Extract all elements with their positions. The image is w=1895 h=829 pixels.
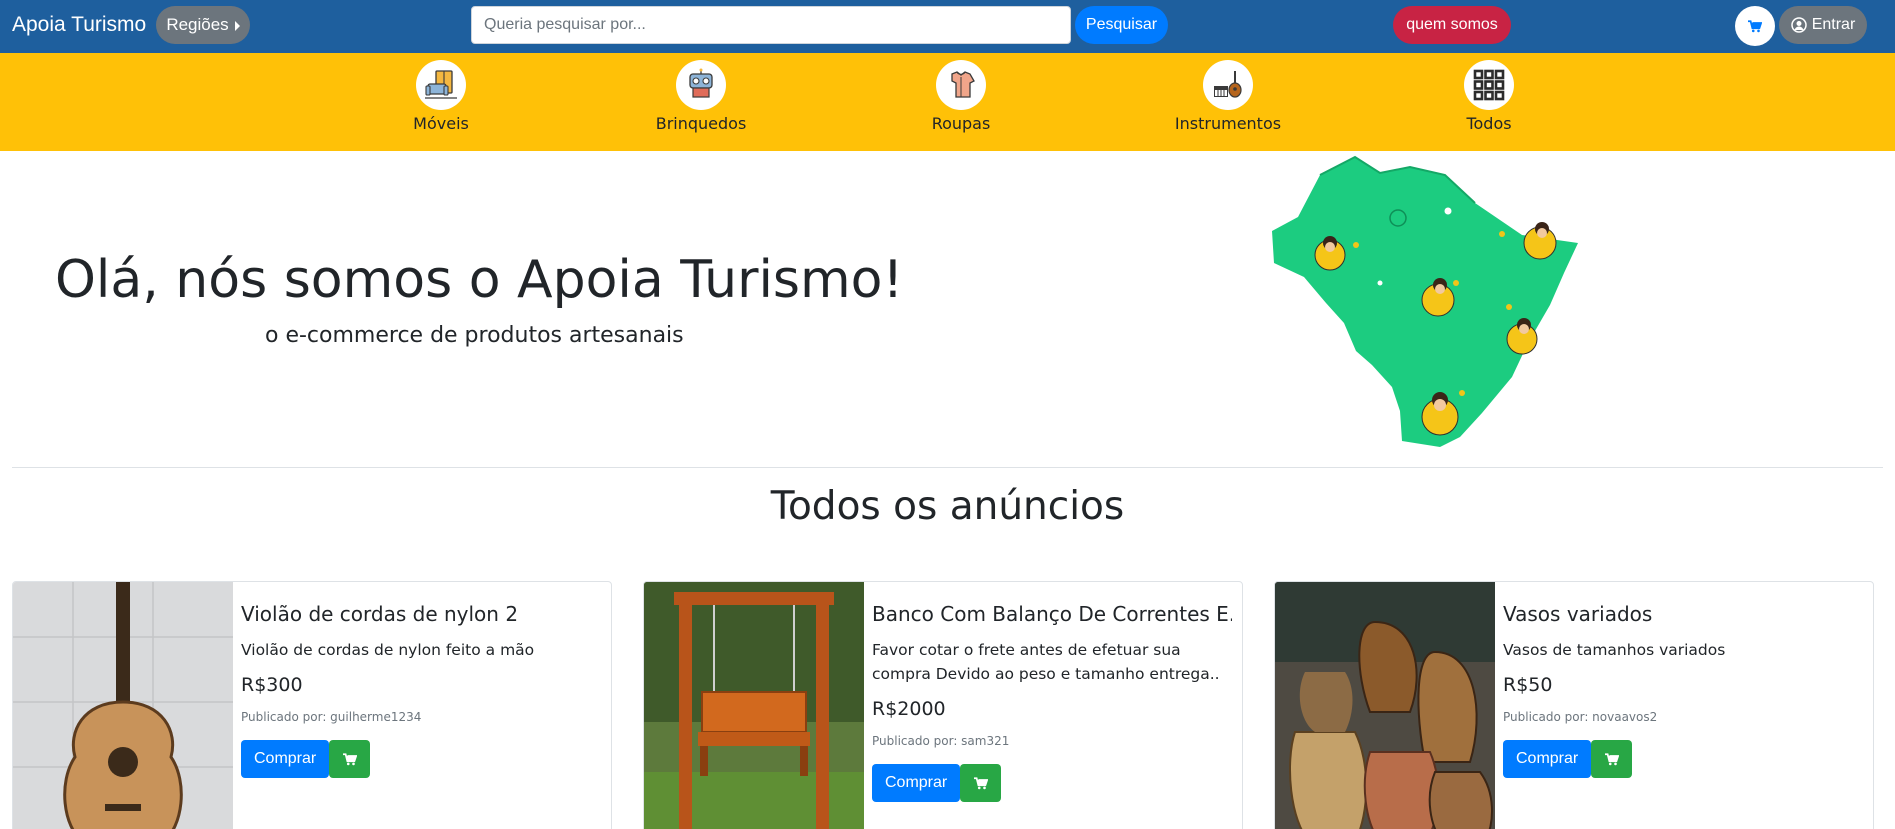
category-label: Móveis [413, 114, 469, 133]
cart-icon [973, 776, 988, 789]
search-button[interactable]: Pesquisar [1075, 6, 1168, 44]
wooden-swing-image[interactable] [644, 582, 864, 829]
product-card: Vasos variados Vasos de tamanhos variado… [1274, 581, 1874, 829]
product-card-body: Vasos variados Vasos de tamanhos variado… [1503, 602, 1863, 778]
guitar-image[interactable] [13, 582, 233, 829]
brand-logo[interactable]: Apoia Turismo [12, 13, 146, 37]
product-card: Banco Com Balanço De Correntes E.. Favor… [643, 581, 1243, 829]
category-bar: Móveis Brinquedos Roupas Instrumentos To… [0, 53, 1895, 151]
product-author: Publicado por: sam321 [872, 734, 1010, 748]
product-price: R$300 [241, 674, 303, 696]
product-title[interactable]: Banco Com Balanço De Correntes E.. [872, 602, 1232, 626]
category-label: Brinquedos [655, 114, 747, 133]
product-description: Vasos de tamanhos variados [1503, 641, 1726, 659]
buy-button[interactable]: Comprar [1503, 740, 1592, 778]
cart-icon [1748, 19, 1762, 32]
grid-icon [1464, 60, 1514, 110]
product-description: Violão de cordas de nylon feito a mão [241, 641, 535, 659]
product-price: R$2000 [872, 698, 946, 720]
product-card-body: Banco Com Balanço De Correntes E.. Favor… [872, 602, 1232, 802]
add-to-cart-button[interactable] [960, 764, 1002, 802]
top-navbar: Apoia Turismo Regiões Pesquisar quem som… [0, 0, 1895, 53]
add-to-cart-button[interactable] [1591, 740, 1633, 778]
product-actions: Comprar [241, 740, 601, 778]
product-actions: Comprar [1503, 740, 1863, 778]
category-moveis[interactable]: Móveis [366, 60, 516, 133]
hero-title: Olá, nós somos o Apoia Turismo! [55, 250, 904, 310]
brazil-map-illustration [1260, 155, 1590, 450]
product-title[interactable]: Vasos variados [1503, 602, 1863, 626]
regions-button[interactable]: Regiões [156, 6, 250, 44]
about-button[interactable]: quem somos [1393, 6, 1511, 44]
caret-right-icon [234, 20, 240, 31]
category-label: Todos [1466, 114, 1512, 133]
category-brinquedos[interactable]: Brinquedos [626, 60, 776, 133]
search-input[interactable] [471, 6, 1071, 44]
category-roupas[interactable]: Roupas [886, 60, 1036, 133]
user-circle-icon [1790, 17, 1807, 33]
furniture-icon [416, 60, 466, 110]
category-label: Instrumentos [1174, 114, 1282, 133]
vases-image[interactable] [1275, 582, 1495, 829]
product-author: Publicado por: guilherme1234 [241, 710, 422, 724]
category-todos[interactable]: Todos [1414, 60, 1564, 133]
product-actions: Comprar [872, 764, 1232, 802]
product-card: Violão de cordas de nylon 2 Violão de co… [12, 581, 612, 829]
cart-button[interactable] [1735, 6, 1775, 46]
hero-subtitle: o e-commerce de produtos artesanais [265, 323, 684, 348]
cart-icon [1604, 752, 1619, 765]
section-divider [12, 467, 1883, 468]
category-label: Roupas [931, 114, 991, 133]
product-author: Publicado por: novaavos2 [1503, 710, 1658, 724]
regions-label: Regiões [166, 15, 229, 34]
buy-button[interactable]: Comprar [241, 740, 330, 778]
product-price: R$50 [1503, 674, 1553, 696]
login-label: Entrar [1811, 16, 1856, 33]
cart-icon [342, 752, 357, 765]
product-title[interactable]: Violão de cordas de nylon 2 [241, 602, 601, 626]
buy-button[interactable]: Comprar [872, 764, 961, 802]
login-button[interactable]: Entrar [1779, 6, 1867, 44]
product-card-body: Violão de cordas de nylon 2 Violão de co… [241, 602, 601, 778]
product-description: Favor cotar o frete antes de efetuar sua… [872, 641, 1220, 683]
toys-icon [676, 60, 726, 110]
category-instrumentos[interactable]: Instrumentos [1153, 60, 1303, 133]
clothes-icon [936, 60, 986, 110]
instruments-icon [1203, 60, 1253, 110]
section-title: Todos os anúncios [770, 484, 1125, 529]
add-to-cart-button[interactable] [329, 740, 371, 778]
